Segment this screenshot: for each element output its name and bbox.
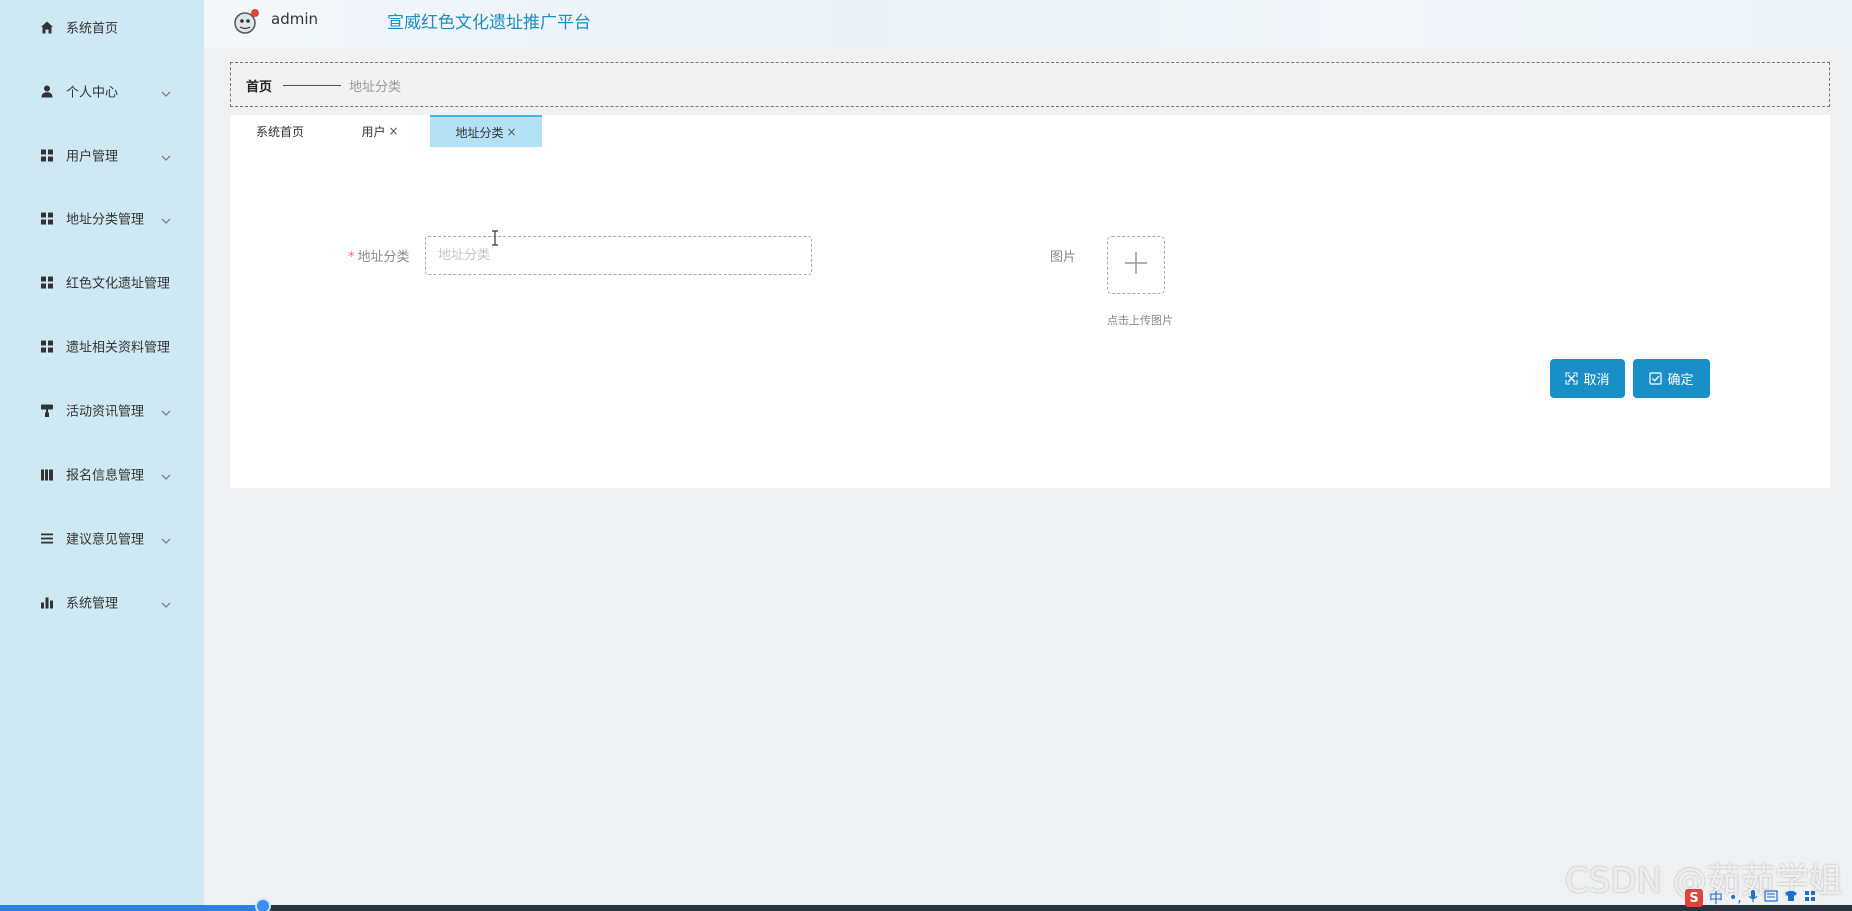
sidebar-item-label: 报名信息管理 (66, 468, 145, 484)
confirm-button-label: 确定 (1667, 372, 1694, 387)
cancel-button-label: 取消 (1583, 372, 1610, 387)
user-icon (39, 84, 54, 99)
home-icon (39, 20, 54, 35)
grid-icon (39, 339, 54, 354)
keyboard-icon[interactable] (1764, 890, 1778, 906)
chevron-down-icon (160, 596, 172, 608)
sidebar: 系统首页 个人中心 用户管理 地址分类管理 红色文化遗址管理 遗址相关资料管理 (0, 0, 204, 911)
sidebar-item-label: 系统管理 (66, 596, 119, 612)
chevron-down-icon (160, 212, 172, 224)
toolbox-icon[interactable] (1804, 890, 1816, 906)
sidebar-item-suggestions[interactable]: 建议意见管理 (0, 506, 204, 570)
list-icon (39, 531, 54, 546)
app-title: 宣威红色文化遗址推广平台 (387, 13, 591, 33)
image-upload-button[interactable] (1107, 236, 1165, 294)
sidebar-item-site-materials[interactable]: 遗址相关资料管理 (0, 314, 204, 378)
image-label: 图片 (1050, 250, 1077, 265)
avatar[interactable] (232, 6, 262, 36)
sidebar-item-registrations[interactable]: 报名信息管理 (0, 442, 204, 506)
tab-label: 地址分类 (455, 125, 504, 140)
sidebar-item-label: 个人中心 (66, 85, 119, 101)
chevron-down-icon (160, 149, 172, 161)
close-icon[interactable]: × (506, 125, 516, 139)
sidebar-item-label: 用户管理 (66, 149, 119, 165)
microphone-icon[interactable] (1748, 889, 1758, 907)
close-icon[interactable]: × (388, 124, 398, 138)
grid-icon (39, 275, 54, 290)
sidebar-item-profile[interactable]: 个人中心 (0, 59, 204, 123)
sidebar-item-red-sites[interactable]: 红色文化遗址管理 (0, 250, 204, 314)
tab-label: 用户 (361, 124, 386, 139)
ime-mode[interactable]: 中 (1709, 888, 1723, 908)
chevron-down-icon (160, 404, 172, 416)
sogou-logo-icon[interactable]: S (1685, 889, 1703, 907)
address-category-input[interactable] (425, 236, 812, 275)
sidebar-item-users[interactable]: 用户管理 (0, 123, 204, 187)
breadcrumb: 首页 地址分类 (230, 62, 1830, 107)
punctuation-icon[interactable]: •, (1729, 890, 1742, 906)
upload-hint: 点击上传图片 (1107, 314, 1173, 327)
breadcrumb-separator (283, 85, 341, 86)
category-label-text: 地址分类 (357, 250, 410, 265)
tab-users[interactable]: 用户 × (330, 115, 430, 147)
confirm-button[interactable]: 确定 (1633, 359, 1710, 398)
ime-toolbar: S 中 •, (1685, 888, 1852, 908)
chevron-down-icon (160, 85, 172, 97)
main-panel: 系统首页 用户 × 地址分类 × *地址分类 图片 点击上传图片 取消 确定 (230, 115, 1830, 488)
username: admin (271, 10, 318, 28)
video-progress-fill (0, 905, 263, 911)
skin-icon[interactable] (1784, 890, 1798, 906)
sidebar-item-label: 系统首页 (66, 21, 119, 37)
tab-address-category[interactable]: 地址分类 × (430, 115, 542, 147)
sidebar-item-home[interactable]: 系统首页 (0, 0, 204, 59)
category-label: * 地址分类 (348, 246, 410, 265)
grid-icon (39, 148, 54, 163)
chevron-down-icon (160, 468, 172, 480)
sidebar-item-label: 建议意见管理 (66, 532, 145, 548)
plus-icon (1123, 250, 1149, 280)
video-progress-track[interactable] (0, 905, 1852, 911)
sidebar-item-label: 活动资讯管理 (66, 404, 145, 420)
tab-label: 系统首页 (255, 124, 304, 139)
cancel-icon (1565, 372, 1578, 385)
text-cursor-icon (491, 230, 499, 246)
video-progress-handle[interactable] (255, 898, 271, 911)
sidebar-item-label: 地址分类管理 (66, 212, 145, 228)
grid-icon (39, 211, 54, 226)
cancel-button[interactable]: 取消 (1550, 359, 1625, 398)
check-square-icon (1649, 372, 1663, 385)
sidebar-item-system[interactable]: 系统管理 (0, 570, 204, 634)
sidebar-item-label: 红色文化遗址管理 (66, 276, 171, 292)
sidebar-item-activities[interactable]: 活动资讯管理 (0, 378, 204, 442)
top-header: admin 宣威红色文化遗址推广平台 (204, 0, 1852, 48)
sidebar-item-label: 遗址相关资料管理 (66, 340, 171, 356)
book-icon (39, 467, 54, 482)
paint-roller-icon (39, 403, 54, 418)
chevron-down-icon (160, 532, 172, 544)
breadcrumb-home[interactable]: 首页 (246, 76, 272, 95)
required-mark: * (348, 250, 355, 265)
tab-bar: 系统首页 用户 × 地址分类 × (230, 115, 1830, 147)
sidebar-item-address-category[interactable]: 地址分类管理 (0, 186, 204, 250)
bar-chart-icon (39, 595, 54, 610)
breadcrumb-current: 地址分类 (349, 80, 402, 95)
tab-home[interactable]: 系统首页 (230, 115, 330, 147)
